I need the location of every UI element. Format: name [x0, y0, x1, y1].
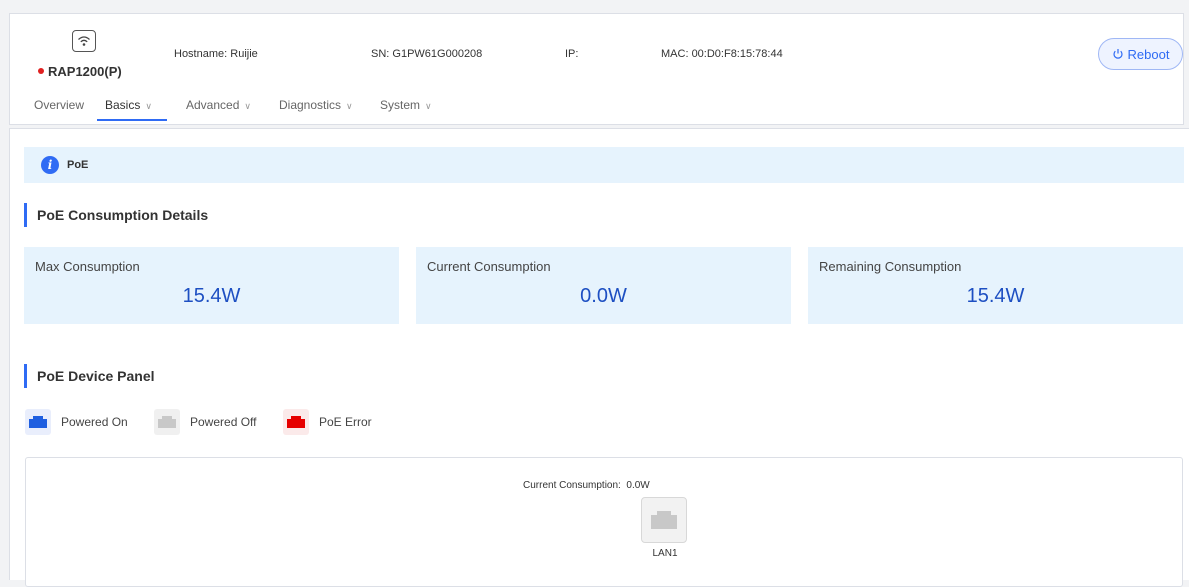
- hostname-label: Hostname:: [174, 48, 228, 60]
- info-icon: i: [41, 156, 59, 174]
- tab-overview[interactable]: Overview: [34, 98, 84, 112]
- power-icon: [1112, 49, 1123, 59]
- max-consumption-card: Max Consumption 15.4W: [24, 247, 399, 324]
- poe-device-panel: Current Consumption: 0.0W LAN1: [25, 457, 1183, 587]
- info-banner: i PoE: [24, 147, 1184, 183]
- tab-advanced-label: Advanced: [186, 98, 240, 112]
- hostname-value: Ruijie: [230, 48, 258, 60]
- ethernet-port-icon: [651, 511, 677, 529]
- remaining-consumption-card: Remaining Consumption 15.4W: [808, 247, 1183, 324]
- banner-text: PoE: [67, 159, 89, 171]
- mac-info: MAC: 00:D0:F8:15:78:44: [661, 48, 783, 60]
- tab-diagnostics[interactable]: Diagnostics ∨: [279, 98, 353, 112]
- chevron-down-icon: ∨: [244, 101, 251, 111]
- device-model: RAP1200(P): [38, 64, 122, 79]
- panel-cc-label: Current Consumption:: [523, 480, 621, 491]
- tab-basics-label: Basics: [105, 98, 141, 112]
- tab-basics[interactable]: Basics ∨: [105, 98, 152, 112]
- reboot-label: Reboot: [1127, 46, 1170, 62]
- chevron-down-icon: ∨: [346, 101, 353, 111]
- consumption-section-title: PoE Consumption Details: [24, 203, 208, 227]
- legend-label: Powered Off: [190, 415, 257, 429]
- legend-label: Powered On: [61, 415, 128, 429]
- ip-label: IP:: [565, 48, 579, 60]
- card-label: Current Consumption: [427, 259, 551, 274]
- panel-cc-value: 0.0W: [626, 480, 650, 491]
- legend-powered-on: Powered On: [25, 409, 128, 435]
- active-tab-indicator: [97, 119, 167, 121]
- tab-advanced[interactable]: Advanced ∨: [186, 98, 251, 112]
- legend-label: PoE Error: [319, 415, 372, 429]
- mac-value: 00:D0:F8:15:78:44: [691, 48, 783, 60]
- card-value: 15.4W: [182, 285, 241, 307]
- sn-label: SN:: [371, 48, 390, 60]
- port-off-icon: [154, 409, 180, 435]
- mac-label: MAC:: [661, 48, 689, 60]
- tab-system-label: System: [380, 98, 421, 112]
- ip-info: IP:: [565, 48, 578, 60]
- panel-current-consumption: Current Consumption: 0.0W: [523, 480, 650, 491]
- device-panel-section-title: PoE Device Panel: [24, 364, 155, 388]
- sn-info: SN: G1PW61G000208: [371, 48, 482, 60]
- card-label: Max Consumption: [35, 259, 140, 274]
- card-value: 15.4W: [966, 285, 1025, 307]
- port-label: LAN1: [652, 548, 678, 559]
- legend-powered-off: Powered Off: [154, 409, 256, 435]
- hostname-info: Hostname: Ruijie: [174, 48, 258, 60]
- sn-value: G1PW61G000208: [392, 48, 483, 60]
- legend-poe-error: PoE Error: [283, 409, 372, 435]
- port-lan1[interactable]: [641, 497, 687, 543]
- reboot-button[interactable]: Reboot: [1098, 38, 1183, 70]
- port-error-icon: [283, 409, 309, 435]
- tab-system[interactable]: System ∨: [380, 98, 432, 112]
- current-consumption-card: Current Consumption 0.0W: [416, 247, 791, 324]
- chevron-down-icon: ∨: [145, 101, 152, 111]
- card-label: Remaining Consumption: [819, 259, 962, 274]
- main-content: i PoE PoE Consumption Details Max Consum…: [9, 128, 1189, 587]
- wifi-icon: [72, 30, 96, 52]
- port-on-icon: [25, 409, 51, 435]
- card-value: 0.0W: [580, 285, 627, 307]
- device-model-label: RAP1200(P): [48, 64, 122, 79]
- tab-diagnostics-label: Diagnostics: [279, 98, 342, 112]
- chevron-down-icon: ∨: [425, 101, 432, 111]
- status-dot: [38, 67, 44, 74]
- device-header: RAP1200(P) Hostname: Ruijie SN: G1PW61G0…: [9, 13, 1184, 125]
- tab-overview-label: Overview: [34, 98, 85, 112]
